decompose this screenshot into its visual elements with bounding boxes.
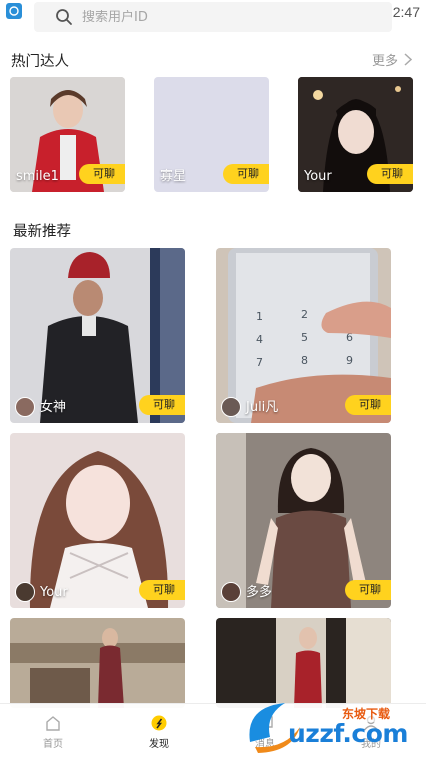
hot-card-name: Your <box>304 169 332 184</box>
svg-text:5: 5 <box>301 331 308 344</box>
svg-text:8: 8 <box>301 354 308 367</box>
hot-card[interactable]: Your 可聊 <box>298 77 413 192</box>
avatar <box>221 397 241 417</box>
svg-text:7: 7 <box>256 356 263 369</box>
chat-badge[interactable]: 可聊 <box>345 580 391 600</box>
nav-label: 发现 <box>149 739 169 750</box>
chat-badge[interactable]: 可聊 <box>139 395 185 415</box>
status-time: 2:47 <box>392 4 420 20</box>
avatar <box>15 397 35 417</box>
search-icon <box>56 9 72 25</box>
search-input[interactable] <box>82 9 342 25</box>
nav-item-discover[interactable]: 发现 <box>106 704 212 758</box>
recommend-card[interactable] <box>10 618 185 708</box>
svg-text:9: 9 <box>346 354 353 367</box>
svg-text:2: 2 <box>301 308 308 321</box>
recommend-card-name: 多多 <box>246 585 273 600</box>
watermark-brand: uzzf.com <box>288 719 408 748</box>
discover-icon <box>151 715 167 731</box>
svg-text:4: 4 <box>256 333 263 346</box>
hot-card-name: smile1 <box>16 169 59 184</box>
recommend-card-name: Juli凡 <box>246 400 279 415</box>
hot-section-title: 热门达人 <box>11 54 69 70</box>
site-watermark: 东坡下载 uzzf.com <box>240 697 426 755</box>
recommend-card[interactable] <box>216 618 391 708</box>
home-icon <box>46 716 60 731</box>
chevron-right-icon <box>404 53 412 66</box>
app-notification-icon <box>6 3 22 19</box>
avatar <box>221 582 241 602</box>
svg-text:1: 1 <box>256 310 263 323</box>
hot-card-name: 寡星 <box>160 169 187 184</box>
recommend-card-name: 女神 <box>40 400 67 415</box>
nav-label: 首页 <box>43 739 63 750</box>
user-photo <box>216 618 391 708</box>
chat-badge[interactable]: 可聊 <box>223 164 269 184</box>
more-link[interactable]: 更多 <box>372 50 412 69</box>
recommend-card[interactable]: 多多 可聊 <box>216 433 391 608</box>
recommend-card[interactable]: 女神 可聊 <box>10 248 185 423</box>
chat-badge[interactable]: 可聊 <box>79 164 125 184</box>
hot-card[interactable]: 寡星 可聊 <box>154 77 269 192</box>
recommend-section-title: 最新推荐 <box>13 224 71 240</box>
hot-card[interactable]: smile1 可聊 <box>10 77 125 192</box>
more-label: 更多 <box>371 54 398 69</box>
chat-badge[interactable]: 可聊 <box>367 164 413 184</box>
search-bar[interactable] <box>34 2 392 32</box>
recommend-card[interactable]: Your 可聊 <box>10 433 185 608</box>
chat-badge[interactable]: 可聊 <box>139 580 185 600</box>
nav-item-home[interactable]: 首页 <box>0 704 106 758</box>
user-photo <box>10 618 185 708</box>
recommend-card[interactable]: 123 456 789 Juli凡 可聊 <box>216 248 391 423</box>
chat-badge[interactable]: 可聊 <box>345 395 391 415</box>
recommend-card-name: Your <box>40 585 68 600</box>
avatar <box>15 582 35 602</box>
